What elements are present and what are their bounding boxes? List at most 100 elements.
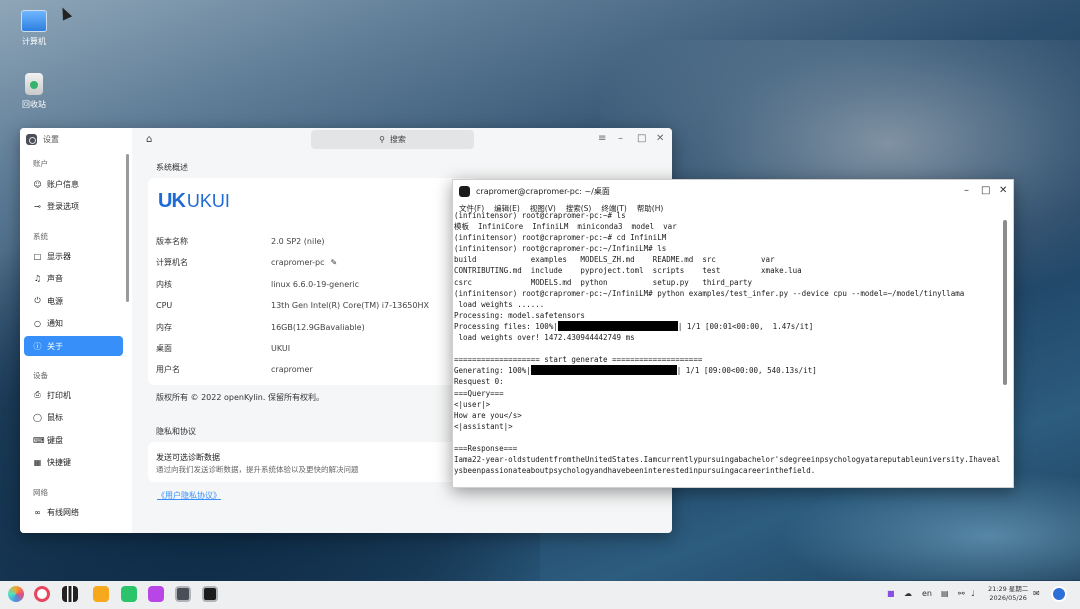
wechat-icon[interactable] — [121, 586, 137, 602]
settings-taskbar-icon[interactable] — [175, 586, 191, 602]
keyboard-icon: ⌨ — [33, 435, 45, 445]
sidebar-item-account-info[interactable]: ☺ 账户信息 — [24, 174, 123, 194]
progress-prefix: Generating: 100%| — [454, 366, 531, 376]
search-placeholder: 搜索 — [389, 135, 406, 144]
sidebar-item-display[interactable]: □ 显示器 — [24, 246, 123, 266]
info-key: 版本名称 — [156, 236, 188, 246]
terminal-line: build examples MODELS_ZH.md README.md sr… — [454, 255, 775, 265]
info-row-hostname: 计算机名 crapromer-pc ✎ — [156, 252, 476, 272]
terminal-line: <|user|> — [454, 399, 491, 409]
terminal-line: ===Response=== — [454, 443, 518, 453]
terminal-window: crapromer@crapromer-pc: ~/桌面 – □ ✕ 文件(F)… — [452, 179, 1014, 488]
progress-suffix: | 1/1 [00:01<00:00, 1.47s/it] — [677, 321, 814, 331]
input-method-indicator[interactable]: en — [922, 589, 932, 598]
edit-icon[interactable]: ✎ — [331, 258, 338, 267]
network-icon[interactable]: ▤ — [941, 589, 949, 598]
sidebar-item-label: 打印机 — [47, 390, 71, 400]
sidebar-item-label: 显示器 — [47, 251, 71, 261]
monitor-icon: □ — [33, 251, 42, 261]
progress-prefix: Processing files: 100%| — [454, 321, 558, 331]
sidebar-item-sound[interactable]: ♫ 声音 — [24, 268, 123, 288]
maximize-button[interactable]: □ — [981, 185, 990, 196]
terminal-app-icon — [459, 185, 470, 197]
minimize-button[interactable]: – — [964, 185, 969, 196]
clock-date: 2026/05/26 — [989, 594, 1027, 602]
sidebar-item-label: 有线网络 — [47, 507, 79, 517]
clock[interactable]: 21:29 星期二 2026/05/26 — [988, 585, 1028, 603]
privacy-title: 隐私和协议 — [156, 427, 196, 436]
sidebar-item-login-options[interactable]: ⊸ 登录选项 — [24, 196, 123, 216]
sidebar-item-label: 声音 — [47, 273, 63, 283]
info-key: 内存 — [156, 322, 172, 332]
info-row-cpu: CPU 13th Gen Intel(R) Core(TM) i7-13650H… — [156, 295, 476, 315]
info-key: 桌面 — [156, 343, 172, 353]
home-icon[interactable]: ⌂ — [146, 134, 152, 145]
terminal-line: Processing: model.safetensors — [454, 310, 585, 320]
sidebar-item-label: 登录选项 — [47, 201, 79, 211]
info-key: 用户名 — [156, 364, 180, 374]
computer-icon — [21, 10, 47, 32]
sidebar-item-mouse[interactable]: ◯ 鼠标 — [24, 407, 123, 427]
minimize-button[interactable]: – — [618, 133, 623, 144]
info-value: crapromer — [271, 364, 313, 374]
sidebar-item-power[interactable]: ⏻ 电源 — [24, 291, 123, 311]
cloud-icon[interactable]: ☁ — [904, 589, 912, 598]
info-value: 13th Gen Intel(R) Core(TM) i7-13650HX — [271, 300, 429, 310]
progress-bar-fill — [557, 320, 678, 331]
search-icon[interactable] — [34, 586, 50, 602]
desktop-icon-computer[interactable]: 计算机 — [14, 10, 54, 47]
power-icon: ⏻ — [34, 296, 41, 305]
close-button[interactable]: ✕ — [656, 133, 664, 144]
desktop-icon-trash[interactable]: 回收站 — [14, 73, 54, 110]
info-row-kernel: 内核 linux 6.6.0-19-generic — [156, 274, 476, 294]
close-button[interactable]: ✕ — [999, 185, 1007, 196]
terminal-output[interactable]: (infinitensor) root@crapromer-pc:~# ls 模… — [454, 210, 1000, 484]
volume-icon[interactable]: ♩ — [971, 589, 975, 598]
sidebar-item-label: 电源 — [47, 296, 63, 306]
privacy-agreement-link[interactable]: 《用户隐私协议》 — [157, 490, 221, 501]
tray-app-icon[interactable]: ■ — [887, 589, 895, 598]
software-store-icon[interactable] — [93, 586, 109, 602]
menu-icon[interactable]: ≡ — [598, 133, 606, 144]
bluetooth-icon[interactable]: ⚯ — [958, 589, 965, 598]
start-menu-icon[interactable] — [8, 586, 24, 602]
terminal-line: ysbeenpassionateaboutpsychologyandhavebe… — [454, 466, 816, 476]
info-row-username: 用户名 crapromer — [156, 359, 476, 379]
notification-icon[interactable]: ✉ — [1033, 589, 1040, 598]
info-value: 16GB(12.9GBavaliable) — [271, 322, 365, 332]
sidebar-item-about[interactable]: ⓘ 关于 — [24, 336, 123, 356]
multitask-view-icon[interactable] — [62, 586, 78, 602]
shortcut-icon: ▦ — [33, 457, 42, 467]
terminal-titlebar: crapromer@crapromer-pc: ~/桌面 – □ ✕ — [453, 180, 1013, 202]
progress-bar-fill — [530, 365, 677, 376]
sidebar-scrollbar[interactable] — [126, 154, 129, 302]
sidebar-item-wired[interactable]: ∞ 有线网络 — [24, 502, 123, 522]
terminal-line: (infinitensor) root@crapromer-pc:~# ls — [454, 211, 626, 220]
terminal-line: 模板 InfiniCore InfiniLM miniconda3 model … — [454, 222, 677, 232]
network-icon: ∞ — [34, 507, 41, 517]
settings-titlebar: ⌂ ⚲ 搜索 ≡ – □ ✕ — [132, 128, 672, 152]
sidebar-item-label: 鼠标 — [47, 412, 63, 422]
sidebar-item-shortcut[interactable]: ▦ 快捷键 — [24, 452, 123, 472]
terminal-line: (infinitensor) root@crapromer-pc:~# cd I… — [454, 233, 667, 243]
sidebar-item-label: 账户信息 — [47, 179, 79, 189]
search-icon: ⚲ — [379, 135, 385, 144]
sidebar-item-label: 通知 — [47, 318, 63, 328]
terminal-scrollbar[interactable] — [1003, 220, 1007, 385]
mouse-icon: ◯ — [33, 412, 42, 422]
user-icon: ☺ — [33, 179, 42, 189]
search-input[interactable]: ⚲ 搜索 — [311, 130, 474, 149]
terminal-taskbar-icon[interactable] — [202, 586, 218, 602]
info-key: 内核 — [156, 279, 172, 289]
terminal-line: (infinitensor) root@crapromer-pc:~/Infin… — [454, 288, 965, 298]
sidebar-item-notify[interactable]: ○ 通知 — [24, 313, 123, 333]
terminal-line: <|assistant|> — [454, 421, 513, 431]
section-account: 账户 — [33, 159, 48, 168]
maximize-button[interactable]: □ — [637, 133, 646, 144]
assistant-icon[interactable] — [1051, 586, 1067, 602]
file-manager-icon[interactable] — [148, 586, 164, 602]
info-row-desktop: 桌面 UKUI — [156, 338, 476, 358]
sidebar-item-keyboard[interactable]: ⌨ 键盘 — [24, 430, 123, 450]
sidebar-item-printer[interactable]: ⎙ 打印机 — [24, 385, 123, 405]
clock-time: 21:29 星期二 — [988, 585, 1029, 593]
